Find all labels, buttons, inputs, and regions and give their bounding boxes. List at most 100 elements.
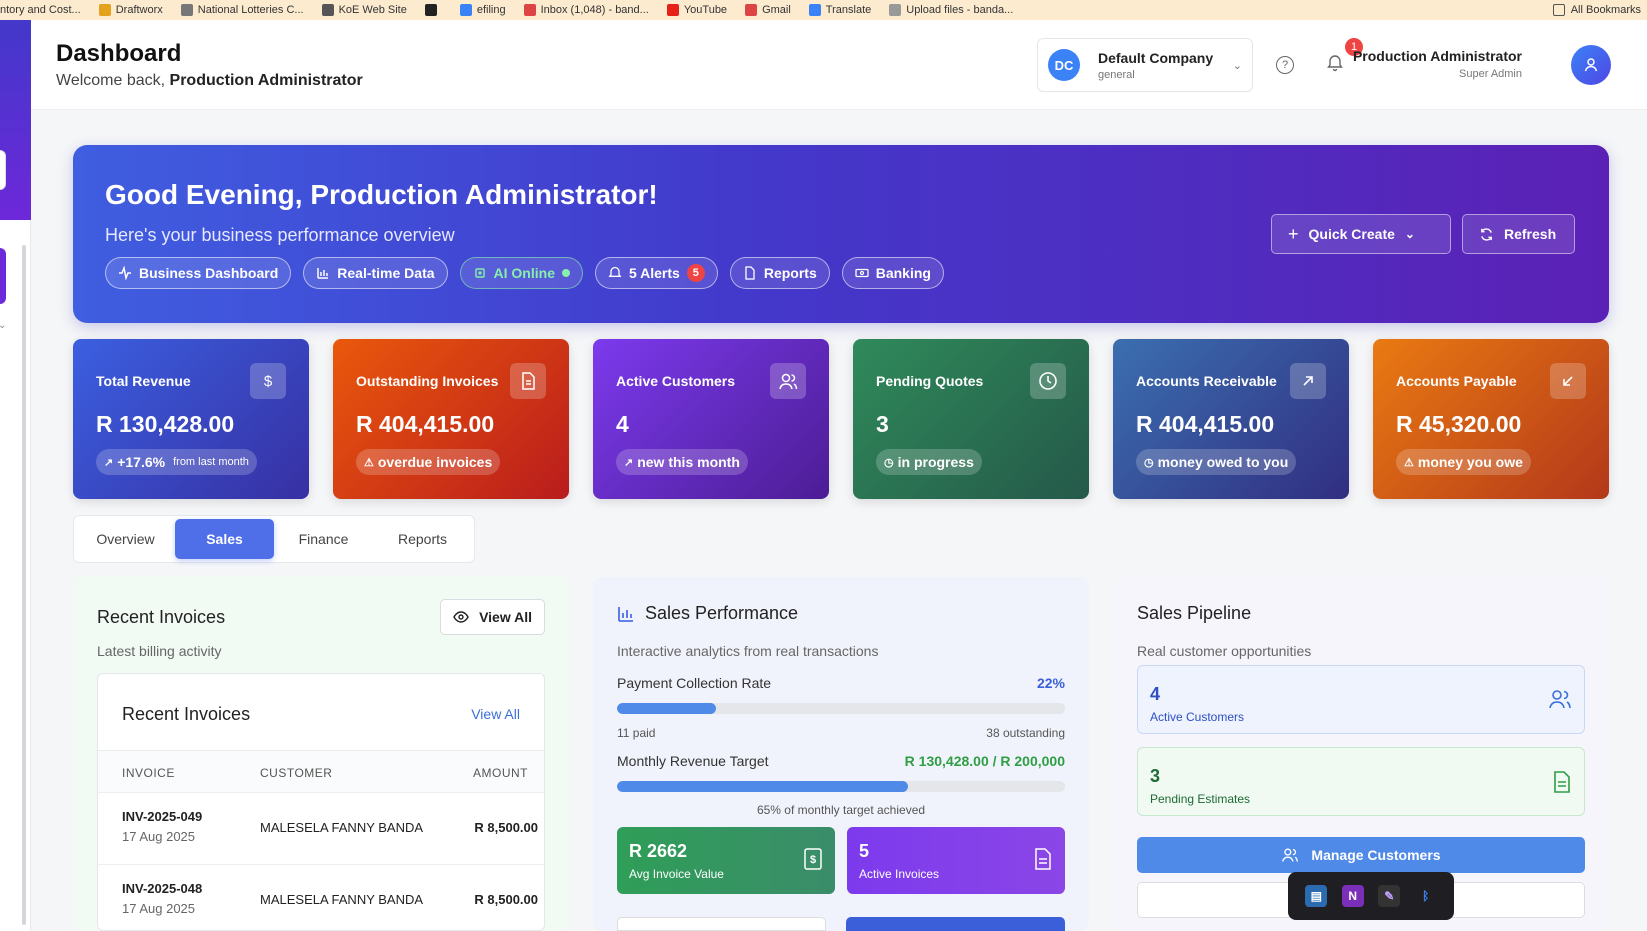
view-all-link[interactable]: View All (471, 706, 520, 722)
bell-icon[interactable] (1327, 54, 1343, 77)
column-header-invoice: INVOICE (122, 766, 175, 780)
trend-icon: ◷ (1144, 456, 1154, 469)
sidebar-scrollbar[interactable] (22, 245, 26, 925)
all-bookmarks[interactable]: All Bookmarks (1552, 4, 1647, 16)
chip-business-dashboard[interactable]: Business Dashboard (105, 257, 292, 289)
onenote-icon[interactable]: N (1341, 885, 1364, 907)
invoice-number: INV-2025-048 (122, 881, 203, 896)
kpi-card[interactable]: Total Revenue $ R 130,428.00 ↗ +17.6% from la… (73, 339, 309, 499)
panel-title: Sales Pipeline (1137, 603, 1252, 623)
bookmark-item[interactable]: KoE Web Site (321, 4, 407, 16)
chip-banking[interactable]: Banking (841, 257, 944, 289)
chevron-down-icon[interactable]: ⌄ (0, 320, 6, 331)
column-header-amount: AMOUNT (473, 766, 528, 780)
panel-button-secondary[interactable] (617, 917, 826, 931)
pipeline-active-customers[interactable]: 4 Active Customers (1137, 665, 1585, 734)
bookmark-item[interactable]: Gmail (745, 4, 791, 16)
tab-finance[interactable]: Finance (274, 519, 373, 559)
kpi-trend-pill: ↗ +17.6% from last month (96, 449, 257, 475)
chip-alerts[interactable]: 5 Alerts 5 (594, 257, 718, 289)
collection-rate-bar (617, 703, 1065, 714)
bookmark-item[interactable] (424, 4, 442, 16)
bookmark-item[interactable]: Inbox (1,048) - band... (523, 4, 649, 16)
alerts-badge: 5 (686, 264, 705, 282)
panel-button-primary[interactable] (846, 917, 1065, 931)
chip-ai-online[interactable]: AI Online (459, 257, 583, 289)
active-invoices-value: 5 (859, 841, 870, 861)
chip-label: Reports (763, 265, 817, 281)
kpi-card[interactable]: Accounts Receivable R 404,415.00 ◷ money ow… (1113, 339, 1349, 499)
manage-customers-label: Manage Customers (1311, 847, 1441, 863)
invoice-date: 17 Aug 2025 (122, 901, 196, 916)
company-sub: general (1098, 68, 1135, 81)
outlook-icon[interactable]: ▤ (1305, 885, 1328, 907)
view-all-button[interactable]: View All (440, 599, 545, 635)
pipeline-pending-estimates[interactable]: 3 Pending Estimates (1137, 747, 1585, 816)
collection-rate-fill (617, 703, 716, 714)
pipeline-customers-value: 4 (1150, 684, 1161, 704)
bookmark-item[interactable]: efiling (459, 4, 506, 16)
kpi-value: R 130,428.00 (96, 411, 235, 437)
refresh-label: Refresh (1504, 226, 1557, 242)
kpi-trend-pill: ⚠ overdue invoices (356, 449, 501, 475)
chip-label: 5 Alerts (628, 265, 680, 281)
pen-icon[interactable]: ✎ (1378, 885, 1401, 907)
bookmark-item[interactable]: National Lotteries C... (180, 4, 304, 16)
bookmark-favicon-icon (98, 4, 111, 16)
kpi-card[interactable]: Pending Quotes 3 ◷ in progress (853, 339, 1089, 499)
revenue-target-label: Monthly Revenue Target (617, 753, 769, 769)
bookmark-label: Upload files - banda... (906, 4, 1014, 16)
refresh-button[interactable]: Refresh (1462, 214, 1575, 254)
kpi-label: Accounts Payable (1396, 373, 1517, 389)
help-icon[interactable]: ? (1276, 56, 1294, 74)
table-row[interactable]: INV-2025-048 17 Aug 2025 MALESELA FANNY … (98, 864, 544, 930)
manage-customers-button[interactable]: Manage Customers (1137, 837, 1585, 873)
dollar-icon: $ (250, 363, 286, 399)
top-bar: Dashboard Welcome back, Production Admin… (31, 20, 1647, 110)
bookmark-favicon-icon (321, 4, 334, 16)
sidebar-collapse-handle[interactable] (0, 150, 6, 190)
company-name: Default Company (1098, 49, 1214, 66)
bookmark-item[interactable]: YouTube (666, 4, 727, 16)
bookmark-favicon-icon (523, 4, 536, 16)
active-invoices-card: 5 Active Invoices (847, 827, 1065, 894)
bookmark-item[interactable]: Translate (808, 4, 871, 16)
table-row[interactable]: INV-2025-049 17 Aug 2025 MALESELA FANNY … (98, 792, 544, 864)
sidebar-item-active[interactable] (0, 248, 6, 304)
panel-subtitle: Interactive analytics from real transact… (617, 643, 879, 659)
bookmark-label: Gmail (762, 4, 791, 16)
kpi-card[interactable]: Active Customers 4 ↗ new this month (593, 339, 829, 499)
company-avatar: DC (1048, 49, 1080, 81)
tab-overview[interactable]: Overview (76, 519, 175, 559)
user-avatar[interactable] (1571, 45, 1611, 85)
recent-invoices-table: Recent Invoices View All INVOICE CUSTOME… (97, 673, 545, 931)
tab-reports[interactable]: Reports (373, 519, 472, 559)
status-dot (561, 269, 570, 277)
invoice-customer: MALESELA FANNY BANDA (260, 820, 424, 835)
kpi-card[interactable]: Outstanding Invoices R 404,415.00 ⚠ overdue… (333, 339, 569, 499)
welcome-text: Welcome back, Production Administrator (56, 72, 363, 90)
trend-icon: ↗ (624, 456, 634, 469)
bookmark-item[interactable]: ntory and Cost... (0, 4, 81, 16)
avg-invoice-card: R 2662 Avg Invoice Value $ (617, 827, 835, 894)
sales-performance-panel: Sales Performance Interactive analytics … (593, 577, 1089, 931)
chip-reports[interactable]: Reports (729, 257, 830, 289)
kpi-trend-pill: ⚠ money you owe (1396, 449, 1531, 475)
tab-sales[interactable]: Sales (175, 519, 274, 559)
kpi-card[interactable]: Accounts Payable R 45,320.00 ⚠ money you ow… (1373, 339, 1609, 499)
bookmark-item[interactable]: Draftworx (98, 4, 163, 16)
kpi-trend-pill: ↗ new this month (616, 449, 748, 475)
bookmark-item[interactable]: Upload files - banda... (889, 4, 1013, 16)
bookmark-favicon-icon (745, 4, 758, 16)
pipeline-estimates-value: 3 (1150, 766, 1161, 786)
chip-realtime-data[interactable]: Real-time Data (303, 257, 448, 289)
quick-create-button[interactable]: + Quick Create ⌄ (1271, 214, 1451, 254)
company-switcher[interactable]: DC Default Company general ⌄ (1037, 38, 1253, 92)
revenue-target-value: R 130,428.00 / R 200,000 (904, 753, 1065, 769)
folder-icon (1552, 4, 1565, 16)
bookmark-label: National Lotteries C... (197, 4, 304, 16)
panel-subtitle: Latest billing activity (97, 643, 222, 659)
chip-label: AI Online (493, 265, 555, 281)
kpi-value: 4 (616, 411, 629, 437)
bluetooth-icon[interactable]: ᛒ (1415, 885, 1437, 907)
